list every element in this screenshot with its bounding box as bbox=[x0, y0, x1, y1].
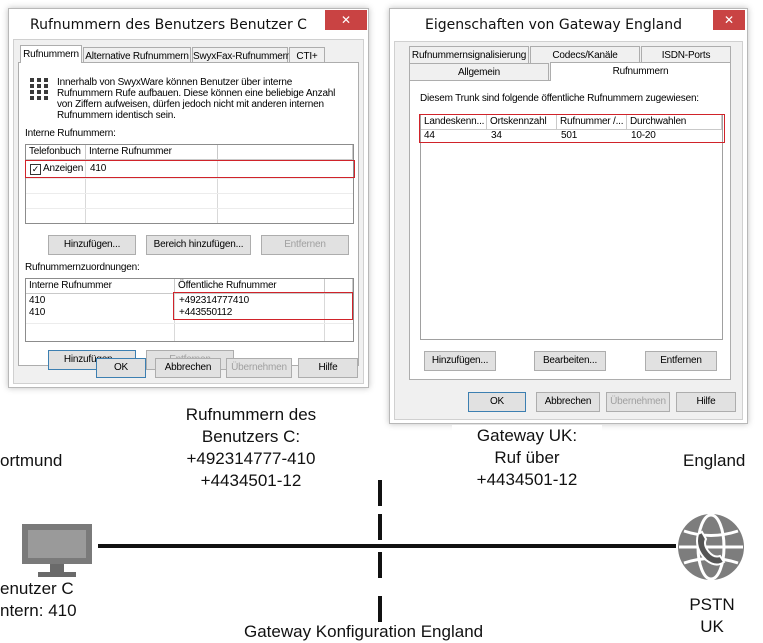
row-line bbox=[26, 323, 353, 324]
tab-rufnummern[interactable]: Rufnummern bbox=[20, 45, 82, 63]
help-button[interactable]: Hilfe bbox=[676, 392, 736, 412]
row-line bbox=[26, 208, 353, 209]
dialog-body: Rufnummernsignalisierung Codecs/Kanäle I… bbox=[394, 41, 743, 420]
caption-line: +4434501-12 bbox=[200, 471, 302, 490]
user-numbers-caption: Rufnummern des Benutzers C: +492314777-4… bbox=[158, 402, 344, 492]
caption-line: Gateway UK: bbox=[476, 426, 578, 445]
tab-codecs[interactable]: Codecs/Kanäle bbox=[530, 46, 640, 63]
cancel-button[interactable]: Abbrechen bbox=[155, 358, 221, 378]
dialog-title: Eigenschaften von Gateway England bbox=[425, 17, 682, 33]
add-range-button[interactable]: Bereich hinzufügen... bbox=[146, 235, 251, 255]
computer-icon bbox=[20, 522, 96, 578]
location-right: England bbox=[683, 451, 746, 470]
tab-panel: Diesem Trunk sind folgende öffentliche R… bbox=[409, 80, 731, 380]
title-bar: Rufnummern des Benutzers Benutzer C bbox=[9, 9, 368, 39]
dialpad-icon bbox=[29, 77, 49, 101]
apply-button[interactable]: Übernehmen bbox=[606, 392, 670, 412]
public-numbers-list[interactable]: Landeskenn... Ortskennzahl Rufnummer /..… bbox=[420, 114, 723, 340]
help-button[interactable]: Hilfe bbox=[298, 358, 358, 378]
computer-label-line: ntern: 410 bbox=[0, 601, 77, 620]
info-line: von Ziffern aufweisen, dürfen jedoch nic… bbox=[57, 99, 324, 110]
close-button[interactable]: ✕ bbox=[713, 10, 745, 30]
bottom-caption: Gateway Konfiguration England bbox=[244, 622, 484, 641]
gateway-caption: Gateway UK: Ruf über +4434501-12 bbox=[452, 425, 602, 491]
tab-rufnummern[interactable]: Rufnummern bbox=[550, 62, 731, 81]
ok-button[interactable]: OK bbox=[468, 392, 526, 412]
edit-button[interactable]: Bearbeiten... bbox=[534, 351, 606, 371]
info-text: Innerhalb von SwyxWare können Benutzer ü… bbox=[57, 77, 335, 121]
row-line bbox=[26, 193, 353, 194]
tab-number-signaling[interactable]: Rufnummernsignalisierung bbox=[409, 46, 529, 63]
remove-button[interactable]: Entfernen bbox=[645, 351, 717, 371]
internal-numbers-list[interactable]: Telefonbuch Interne Rufnummer ✓ Anzeigen… bbox=[25, 144, 354, 224]
location-left: ortmund bbox=[0, 451, 63, 470]
divider-dash bbox=[378, 514, 382, 540]
caption-line: Benutzers C: bbox=[201, 427, 301, 446]
info-line: Innerhalb von SwyxWare können Benutzer ü… bbox=[57, 77, 293, 88]
cancel-button[interactable]: Abbrechen bbox=[536, 392, 600, 412]
pstn-label-line: PSTN bbox=[689, 595, 735, 614]
connection-line bbox=[98, 544, 676, 548]
highlight-box bbox=[25, 160, 355, 178]
title-bar: Eigenschaften von Gateway England bbox=[390, 9, 747, 39]
tab-panel: Innerhalb von SwyxWare können Benutzer ü… bbox=[18, 62, 359, 370]
pstn-globe-icon bbox=[676, 512, 746, 582]
caption-line: +492314777-410 bbox=[186, 449, 316, 468]
caption-line: Rufnummern des bbox=[185, 405, 317, 424]
tab-isdn-ports[interactable]: ISDN-Ports bbox=[641, 46, 731, 63]
info-line: Rufnummern Rufe aufbauen. Diese können e… bbox=[57, 88, 336, 99]
mapping-label: Rufnummernzuordnungen: bbox=[25, 262, 140, 273]
col-header-internal[interactable]: Interne Rufnummer bbox=[26, 279, 175, 294]
caption-line: +4434501-12 bbox=[476, 470, 578, 489]
apply-button[interactable]: Übernehmen bbox=[226, 358, 292, 378]
col-header-phonebook[interactable]: Telefonbuch bbox=[26, 145, 86, 160]
info-line: Rufnummern identisch sein. bbox=[57, 110, 176, 121]
divider-dash bbox=[378, 480, 382, 506]
divider-dash bbox=[378, 596, 382, 622]
ok-button[interactable]: OK bbox=[96, 358, 146, 378]
close-button[interactable]: ✕ bbox=[325, 10, 367, 30]
highlight-box bbox=[419, 114, 725, 143]
remove-button[interactable]: Entfernen bbox=[261, 235, 349, 255]
internal-cell: 410 bbox=[29, 307, 46, 318]
divider-dash bbox=[378, 552, 382, 578]
internal-numbers-label: Interne Rufnummern: bbox=[25, 128, 116, 139]
highlight-box bbox=[173, 292, 353, 320]
caption-line: Ruf über bbox=[494, 448, 560, 467]
dialog-body: Rufnummern Alternative Rufnummern SwyxFa… bbox=[13, 39, 364, 384]
internal-cell: 410 bbox=[29, 295, 46, 306]
row-line bbox=[26, 178, 353, 179]
dialog-title: Rufnummern des Benutzers Benutzer C bbox=[30, 17, 307, 33]
add-button[interactable]: Hinzufügen... bbox=[48, 235, 136, 255]
description-text: Diesem Trunk sind folgende öffentliche R… bbox=[420, 93, 699, 104]
gateway-properties-dialog: Eigenschaften von Gateway England ✕ Rufn… bbox=[389, 8, 748, 424]
computer-label: enutzer C ntern: 410 bbox=[0, 578, 77, 622]
computer-label-line: enutzer C bbox=[0, 579, 74, 598]
pstn-label-line: UK bbox=[700, 617, 724, 636]
add-button[interactable]: Hinzufügen... bbox=[424, 351, 496, 371]
col-header-internal-number[interactable]: Interne Rufnummer bbox=[86, 145, 218, 160]
tab-allgemein[interactable]: Allgemein bbox=[409, 63, 549, 80]
user-numbers-dialog: Rufnummern des Benutzers Benutzer C ✕ Ru… bbox=[8, 8, 369, 388]
col-header-empty bbox=[218, 145, 353, 160]
pstn-label: PSTN UK bbox=[680, 594, 744, 638]
